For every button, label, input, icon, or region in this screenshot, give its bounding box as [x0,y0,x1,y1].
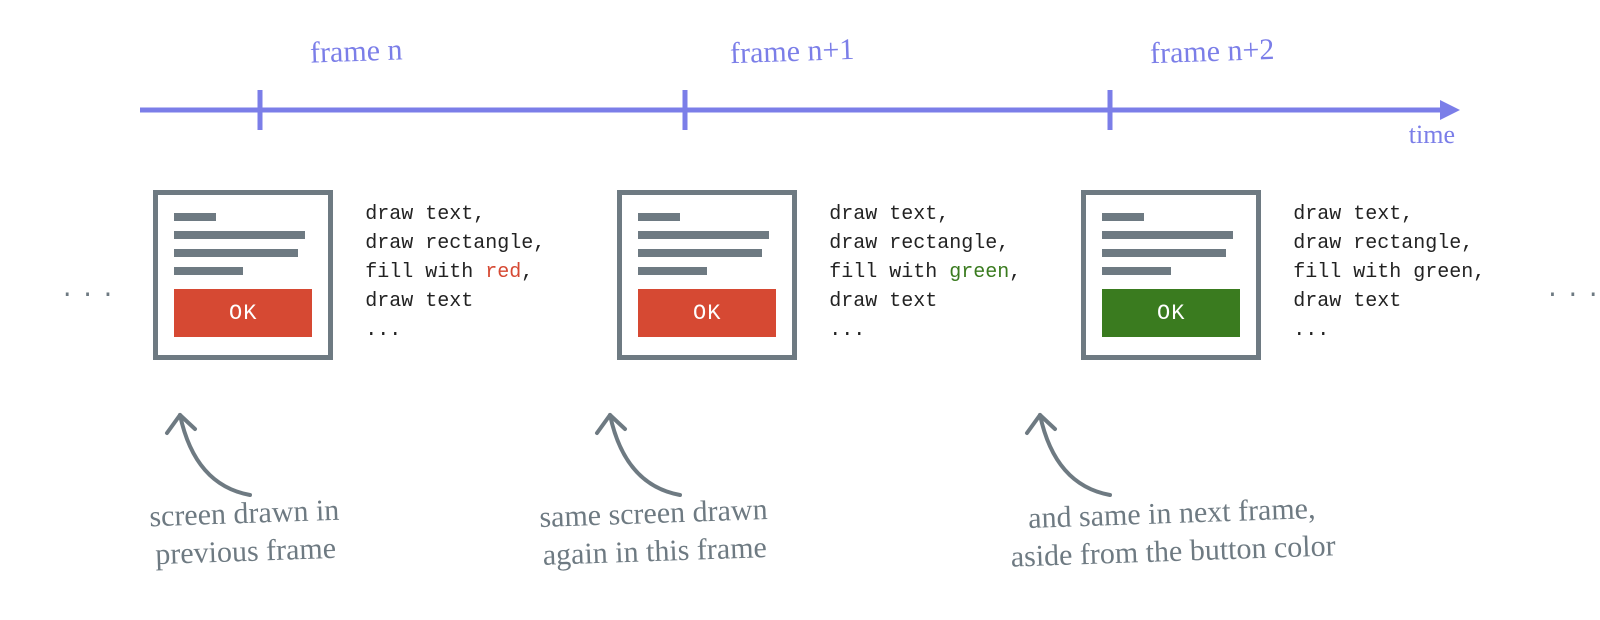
text-line [174,249,298,257]
code-line: draw rectangle, [1293,229,1513,258]
code-line: draw text [829,287,1049,316]
frame-label-n1: frame n+1 [729,33,854,71]
code-line: ... [829,316,1049,345]
text-lines [174,213,312,275]
code-line: fill with red, [365,258,585,287]
frame-label-n2: frame n+2 [1149,33,1274,71]
text-line [638,267,707,275]
code-line: ... [365,316,585,345]
code-line: draw text [365,287,585,316]
code-line: draw text, [365,200,585,229]
text-line [174,231,305,239]
text-line [1102,213,1143,221]
color-keyword-red: red [485,261,521,284]
text-line [638,249,762,257]
annotation-text-3: and same in next frame,aside from the bu… [1009,489,1336,575]
ok-button-red: OK [638,289,776,337]
code-line: ... [1293,316,1513,345]
text-line [174,213,215,221]
annotation-text-2: same screen drawnagain in this frame [539,491,770,574]
ellipsis-left: ... [60,277,121,304]
timeline-arrow [140,85,1460,135]
text-line [638,213,679,221]
code-line: draw rectangle, [365,229,585,258]
frame-label-n: frame n [309,33,403,70]
draw-commands-n: draw text, draw rectangle, fill with red… [365,190,585,345]
draw-commands-n2: draw text, draw rectangle, fill with gre… [1293,190,1513,345]
screen-frame-n: OK [153,190,333,360]
ellipsis-right: ... [1545,277,1600,304]
annotation-arrow [145,385,265,505]
text-line [1102,267,1171,275]
annotation-arrow [1005,385,1125,505]
annotation-text-1: screen drawn inprevious frame [149,492,341,574]
text-line [174,267,243,275]
color-keyword-green: green [949,261,1009,284]
code-line: fill with green, [1293,258,1513,287]
annotation-arrow [575,385,695,505]
text-line [638,231,769,239]
code-line: draw text [1293,287,1513,316]
ok-button-green: OK [1102,289,1240,337]
color-keyword: green [1413,261,1473,284]
draw-commands-n1: draw text, draw rectangle, fill with gre… [829,190,1049,345]
frames-row: ... OK draw text, draw rectangle, fill w… [60,190,1600,360]
code-line: draw rectangle, [829,229,1049,258]
text-line [1102,231,1233,239]
screen-frame-n1: OK [617,190,797,360]
screen-frame-n2: OK [1081,190,1261,360]
ok-button-red: OK [174,289,312,337]
text-line [1102,249,1226,257]
code-line: draw text, [1293,200,1513,229]
text-lines [1102,213,1240,275]
text-lines [638,213,776,275]
code-line: draw text, [829,200,1049,229]
code-line: fill with green, [829,258,1049,287]
